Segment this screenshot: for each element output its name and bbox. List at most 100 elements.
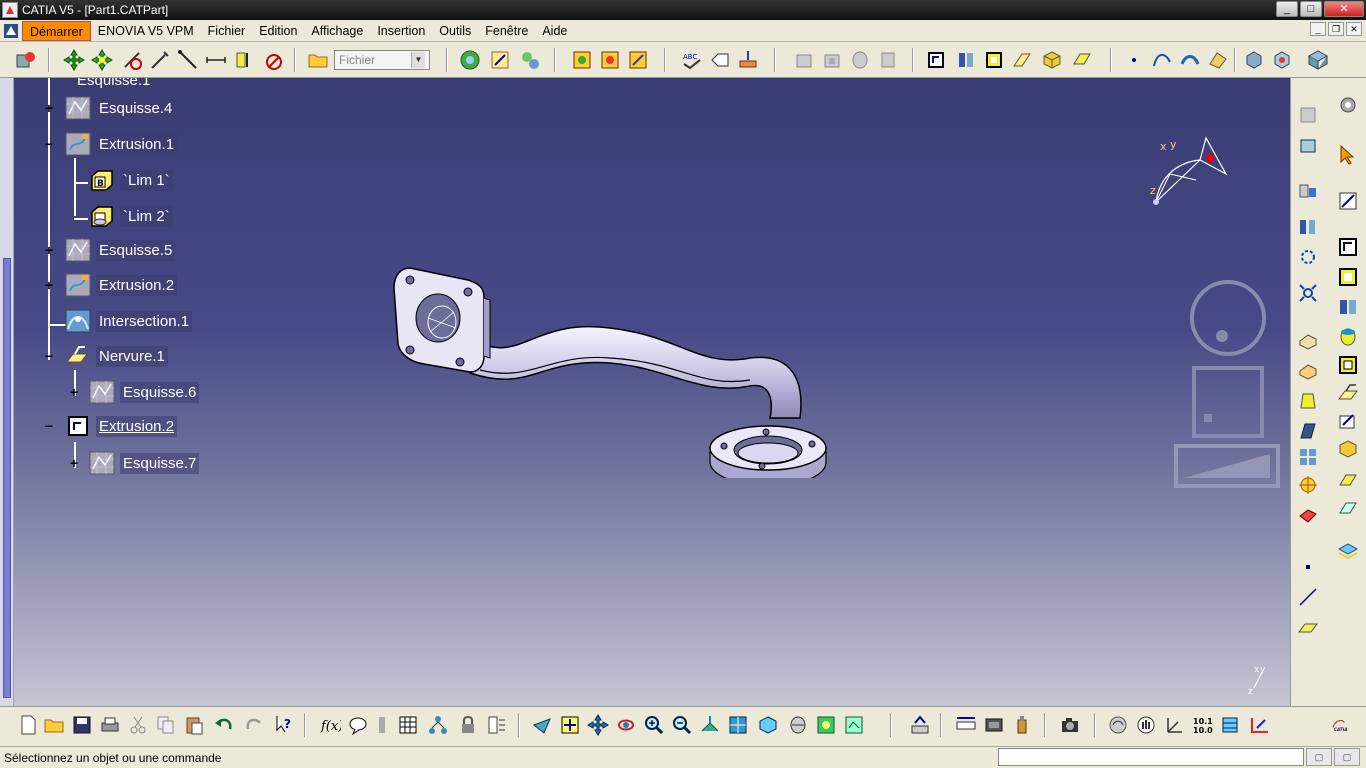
collapse-minus-icon[interactable]: − — [43, 348, 55, 364]
groove-icon[interactable] — [876, 48, 900, 72]
command-input[interactable] — [998, 748, 1304, 766]
compass-manipulate-icon[interactable] — [62, 48, 86, 72]
pan-icon[interactable] — [586, 713, 610, 737]
tree-node-lim-1[interactable]: B `Lim 1` — [88, 166, 173, 194]
settings-icon[interactable] — [1335, 92, 1361, 118]
pick-icon[interactable] — [148, 48, 172, 72]
sketch-analysis-icon[interactable] — [626, 48, 650, 72]
update-icon[interactable] — [570, 48, 594, 72]
constraint-icon[interactable] — [232, 48, 256, 72]
3d-viewport[interactable]: Esquisse.1 + Esquisse.4 − Extrusion.1 B … — [0, 78, 1290, 706]
expand-plus-icon[interactable]: + — [68, 455, 80, 471]
pocket-icon[interactable] — [820, 48, 844, 72]
multi-view-icon[interactable] — [726, 713, 750, 737]
point-icon[interactable] — [1295, 554, 1321, 580]
transform-icon[interactable] — [1295, 244, 1321, 270]
split-icon[interactable] — [1295, 214, 1321, 240]
point-icon[interactable] — [1122, 48, 1146, 72]
menu-edition[interactable]: Edition — [252, 21, 304, 41]
scrollbar-thumb[interactable] — [3, 258, 11, 698]
expand-plus-icon[interactable]: + — [43, 242, 55, 258]
scale-icon[interactable]: 10.1 10.0 — [1190, 713, 1214, 737]
chevron-down-icon[interactable]: ▼ — [411, 52, 425, 68]
new-icon[interactable] — [16, 713, 40, 737]
hole-icon[interactable] — [1335, 324, 1361, 350]
line-icon[interactable] — [176, 48, 200, 72]
doc-minimize-button[interactable]: _ — [1310, 22, 1326, 36]
save-icon[interactable] — [70, 713, 94, 737]
pad-icon[interactable] — [1335, 234, 1361, 260]
redo-icon[interactable] — [242, 713, 266, 737]
doc-close-button[interactable]: ✕ — [1346, 22, 1362, 36]
spell-check-icon[interactable]: ABC — [680, 48, 704, 72]
menu-outils[interactable]: Outils — [432, 21, 478, 41]
tree-node-esquisse-5[interactable]: Esquisse.5 — [64, 236, 176, 264]
rotate-icon[interactable] — [614, 713, 638, 737]
expand-plus-icon[interactable]: + — [43, 100, 55, 116]
tree-node-esquisse-7[interactable]: Esquisse.7 — [88, 449, 200, 477]
tools-palette-icon[interactable] — [14, 48, 38, 72]
draft-analysis-icon[interactable] — [1270, 48, 1294, 72]
open-folder-icon[interactable] — [306, 48, 330, 72]
multi-pad-icon[interactable] — [982, 48, 1006, 72]
3d-part-model[interactable] — [380, 258, 840, 478]
copy-icon[interactable] — [154, 713, 178, 737]
parameters-icon[interactable] — [484, 713, 508, 737]
cube-icon[interactable] — [1040, 48, 1064, 72]
table-icon[interactable] — [396, 713, 420, 737]
thickness-icon[interactable] — [1010, 48, 1034, 72]
tree-node-extrusion-1[interactable]: Extrusion.1 — [64, 130, 178, 158]
collapse-minus-icon[interactable]: − — [43, 136, 55, 152]
paste-icon[interactable] — [182, 713, 206, 737]
annotation-icon[interactable] — [708, 48, 732, 72]
isometric-icon[interactable] — [756, 713, 780, 737]
menu-fenetre[interactable]: Fenêtre — [478, 21, 535, 41]
zoom-in-icon[interactable] — [642, 713, 666, 737]
target-icon[interactable] — [1295, 472, 1321, 498]
delete-icon[interactable] — [260, 48, 284, 72]
hide-show-icon[interactable] — [842, 713, 866, 737]
snap-icon[interactable] — [120, 48, 144, 72]
menu-affichage[interactable]: Affichage — [304, 21, 370, 41]
command-list-button[interactable]: ▢ — [1306, 748, 1332, 766]
symmetry-icon[interactable] — [1295, 280, 1321, 306]
datum-icon[interactable] — [736, 48, 760, 72]
remove-loft-icon[interactable] — [1335, 496, 1361, 522]
stiffener-icon[interactable] — [1335, 436, 1361, 462]
catia-app-icon[interactable] — [2, 2, 18, 18]
move-icon[interactable] — [90, 48, 114, 72]
sketcher-icon[interactable] — [1335, 188, 1361, 214]
shading-icon[interactable] — [786, 713, 810, 737]
options-icon[interactable] — [488, 48, 512, 72]
axis-icon[interactable] — [1162, 713, 1186, 737]
loft-icon[interactable] — [1335, 468, 1361, 494]
command-history-button[interactable]: ▢ — [1334, 748, 1360, 766]
shaft-icon[interactable] — [1335, 294, 1361, 320]
tree-node-lim-2[interactable]: `Lim 2` — [88, 202, 173, 230]
grid-icon[interactable] — [1218, 713, 1242, 737]
minimize-button[interactable]: _ — [1276, 1, 1298, 17]
apply-icon[interactable] — [1010, 713, 1034, 737]
tree-node-esquisse-6[interactable]: Esquisse.6 — [88, 378, 200, 406]
tree-node-partial[interactable]: Esquisse.1 — [74, 78, 154, 94]
collapse-minus-icon[interactable]: − — [43, 418, 55, 434]
pattern-icon[interactable] — [1295, 444, 1321, 470]
analysis-icon[interactable] — [1242, 48, 1266, 72]
formula-icon[interactable]: f(x) — [318, 713, 342, 737]
slot-icon[interactable] — [954, 48, 978, 72]
tree-node-esquisse-4[interactable]: Esquisse.4 — [64, 94, 176, 122]
groove-icon[interactable] — [1335, 352, 1361, 378]
line-icon[interactable] — [1295, 584, 1321, 610]
expand-plus-icon[interactable]: + — [43, 277, 55, 293]
shaft-icon[interactable] — [848, 48, 872, 72]
hand-icon[interactable] — [1134, 713, 1158, 737]
knowledge-icon[interactable] — [518, 48, 542, 72]
dimension-icon[interactable] — [204, 48, 228, 72]
surface-icon[interactable] — [1070, 48, 1094, 72]
catalog-icon[interactable] — [458, 48, 482, 72]
publish-icon[interactable] — [598, 48, 622, 72]
sketch-icon[interactable] — [1295, 132, 1321, 158]
doc-restore-button[interactable]: ❐ — [1328, 22, 1344, 36]
compass-icon[interactable]: x y z — [1140, 134, 1240, 214]
comment-icon[interactable] — [346, 713, 370, 737]
